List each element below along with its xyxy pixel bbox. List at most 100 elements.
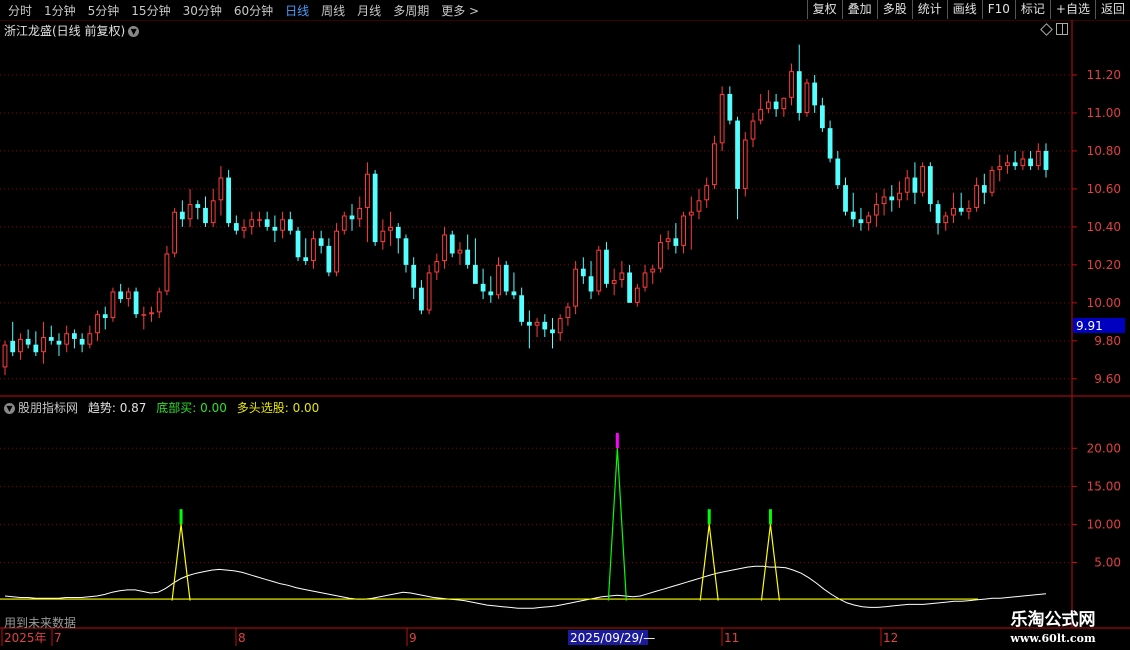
candle-body-up [1020, 158, 1026, 167]
candle-body-down [827, 128, 833, 159]
candle-body-up [18, 338, 23, 353]
candle-body-up [596, 249, 602, 292]
candle-body-up [110, 291, 116, 319]
watermark-url: www.60lt.com [1010, 632, 1096, 645]
price-tick-label: 10.80 [1087, 144, 1121, 158]
bottom-buy-value: 0.00 [200, 401, 227, 415]
time-axis-label: 12 [883, 631, 898, 645]
time-axis-label: 8 [238, 631, 246, 645]
chevron-down-icon[interactable]: ▼ [4, 403, 15, 414]
candle-body-down [272, 226, 278, 231]
chart-canvas[interactable]: 11.2011.0010.8010.6010.4010.2010.009.809… [0, 0, 1130, 650]
candle-body-down [1012, 162, 1018, 167]
candle-body-up [2, 344, 8, 368]
candle-body-up [187, 204, 193, 220]
candle-body-up [172, 211, 178, 254]
candle-body-down [48, 337, 54, 341]
candle-body-down [796, 71, 802, 113]
time-axis-label: 9 [409, 631, 417, 645]
candle-body-up [496, 264, 501, 296]
candle-body-up [311, 238, 316, 262]
bull-select-label: 多头选股: 0.00 [236, 401, 320, 415]
candle-body-down [935, 204, 941, 224]
candle-body-down [488, 291, 494, 296]
candle-body-up [665, 238, 671, 243]
candle-body-down [550, 329, 555, 334]
candle-body-up [95, 314, 100, 334]
indicator-title: ▼ 股朋指标网 趋势: 0.87 底部买: 0.00 多头选股: 0.00 [4, 399, 319, 416]
candle-body-up [873, 204, 879, 216]
candle-body-down [835, 158, 841, 186]
candle-body-down [472, 264, 478, 284]
candle-body-down [580, 268, 586, 277]
trend-value: 0.87 [119, 401, 147, 415]
candle-body-down [912, 177, 918, 193]
price-tick-label: 10.40 [1087, 220, 1121, 234]
candle-body-up [642, 272, 648, 288]
candle-body-down [411, 264, 417, 288]
candle-body-up [341, 215, 347, 231]
time-axis-label: 11 [724, 631, 739, 645]
candle-body-down [449, 234, 455, 254]
candle-body-down [735, 120, 740, 189]
candle-body-down [179, 211, 185, 220]
time-axis-label: 2025年 [4, 631, 47, 645]
signal-spike [171, 524, 191, 601]
candle-body-down [295, 230, 301, 258]
candle-body-up [365, 173, 370, 208]
candle-body-down [503, 264, 509, 292]
candle-body-down [889, 196, 895, 201]
candle-body-up [897, 192, 902, 201]
watermark: 乐淘公式网 www.60lt.com [992, 605, 1114, 645]
candle-body-up [804, 82, 810, 113]
candle-body-up [380, 230, 386, 243]
candle-body-up [442, 234, 447, 262]
indicator-tick-label: 5.00 [1094, 556, 1121, 570]
candle-body-down [850, 211, 856, 220]
candle-body-down [858, 219, 864, 224]
candle-body-up [457, 249, 463, 254]
candle-body-up [866, 215, 872, 224]
candle-body-up [989, 169, 995, 193]
signal-spike-cap [707, 509, 711, 525]
candle-body-down [588, 276, 594, 292]
price-tick-label: 11.00 [1087, 106, 1121, 120]
bull-select-value: 0.00 [292, 401, 320, 415]
indicator-tick-label: 15.00 [1087, 479, 1121, 493]
candle-body-down [25, 338, 31, 345]
signal-spike [699, 524, 719, 601]
candle-body-down [526, 321, 532, 326]
candle-body-up [951, 207, 956, 216]
candle-body-up [64, 333, 70, 345]
bottom-buy-label: 底部买: 0.00 [156, 401, 227, 415]
candle-body-up [920, 166, 926, 193]
candle-body-up [125, 291, 131, 300]
candle-body-down [203, 207, 208, 224]
candle-body-down [10, 340, 16, 353]
candle-body-up [434, 261, 440, 273]
candle-body-down [287, 219, 293, 231]
candle-body-down [318, 238, 324, 246]
candle-body-up [611, 280, 617, 284]
price-tick-label: 9.60 [1094, 372, 1121, 386]
candle-body-down [812, 82, 818, 106]
candle-body-down [542, 321, 548, 330]
candle-body-down [233, 223, 239, 231]
candle-body-up [164, 253, 170, 292]
candle-body-down [1028, 158, 1033, 167]
candle-body-up [904, 177, 910, 193]
candle-body-down [773, 101, 779, 110]
time-axis-label: 7 [54, 631, 62, 645]
candle-body-up [426, 272, 432, 311]
candle-body-down [395, 226, 401, 239]
candle-body-up [704, 185, 710, 201]
candle-body-up [997, 166, 1003, 170]
candle-body-up [573, 268, 579, 307]
candle-body-down [326, 245, 332, 273]
candle-body-up [1005, 162, 1010, 167]
candle-body-up [696, 200, 702, 212]
candle-body-down [349, 215, 355, 220]
candle-body-down [511, 291, 517, 296]
price-tick-label: 10.20 [1087, 258, 1121, 272]
candle-body-up [280, 219, 285, 231]
